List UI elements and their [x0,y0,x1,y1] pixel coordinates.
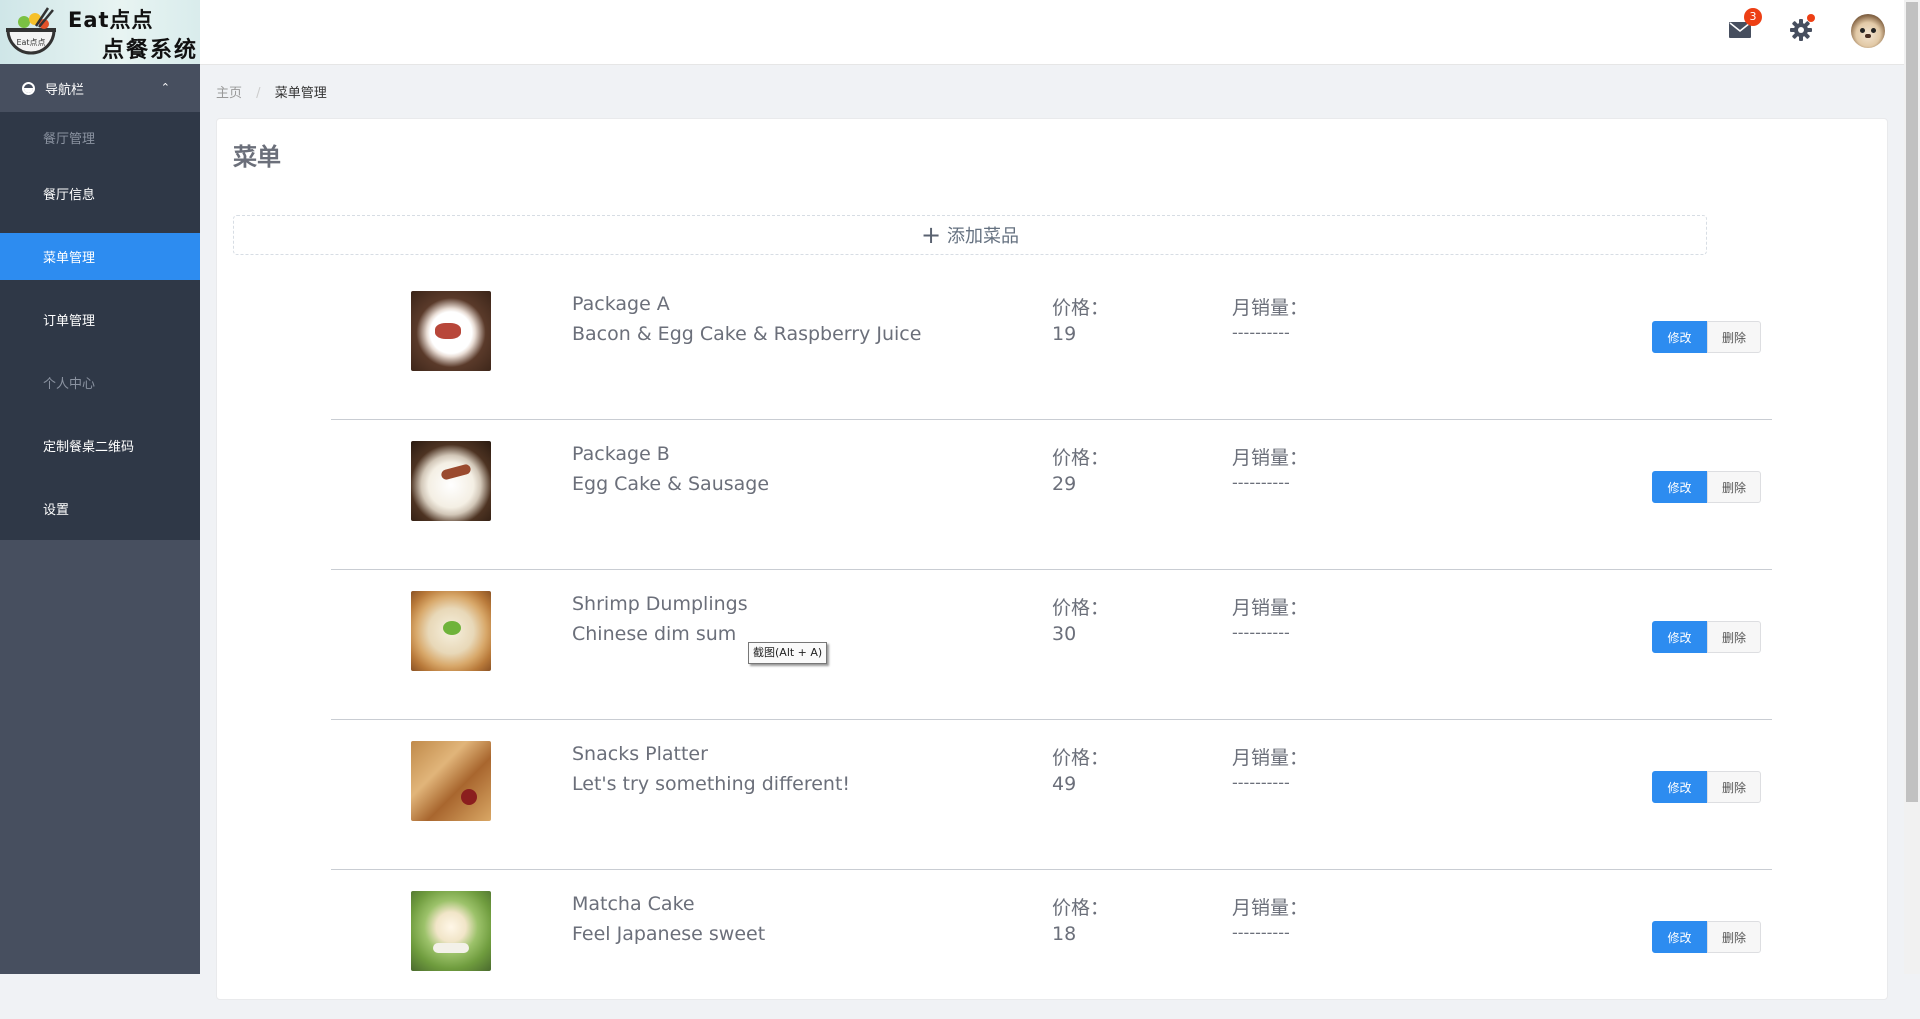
app-logo[interactable]: Eat点点 Eat点点 点餐系统 [0,0,200,64]
dish-description: Chinese dim sum [572,623,737,645]
dish-monthly-sales: ---------- [1232,323,1290,342]
dish-image [411,441,491,521]
dish-monthly-sales: ---------- [1232,923,1290,942]
plus-icon: + [920,221,942,249]
nav-header-icon [22,81,35,95]
dish-name: Snacks Platter [572,743,708,765]
sidebar-item-settings[interactable]: 设置 [0,477,200,540]
dish-description: Bacon & Egg Cake & Raspberry Juice [572,323,922,345]
edit-button[interactable]: 修改 [1652,771,1707,803]
sidebar-item-personal-center[interactable]: 个人中心 [0,351,200,414]
breadcrumb: 主页 / 菜单管理 [216,82,327,101]
dish-price: 19 [1052,323,1077,345]
dish-row: Package B Egg Cake & Sausage 价格： 29 月销量：… [331,419,1772,570]
dish-price: 18 [1052,923,1077,945]
dish-price: 49 [1052,773,1077,795]
dish-row: Snacks Platter Let's try something diffe… [331,719,1772,870]
dish-description: Egg Cake & Sausage [572,473,770,495]
sidebar-menu: 餐厅管理 餐厅信息 菜单管理 订单管理 个人中心 定制餐桌二维码 设置 [0,112,200,540]
sidebar-item-order-management[interactable]: 订单管理 [0,288,200,351]
sidebar: Eat点点 Eat点点 点餐系统 导航栏 ⌃ 餐厅管理 餐厅信息 菜单管理 订单… [0,0,200,974]
menu-card: 菜单 + 添加菜品 Package A Bacon & Egg Cake & R… [216,118,1888,1000]
dish-monthly-sales: ---------- [1232,773,1290,792]
settings-notification-dot [1807,14,1815,22]
avatar[interactable] [1851,14,1885,48]
breadcrumb-current: 菜单管理 [274,86,327,101]
top-bar: 3 [200,0,1904,65]
page-title: 菜单 [233,143,281,171]
delete-button[interactable]: 删除 [1707,621,1761,653]
delete-button[interactable]: 删除 [1707,771,1761,803]
dish-description: Let's try something different! [572,773,851,795]
logo-subtitle: 点餐系统 [102,38,199,63]
dish-image [411,591,491,671]
nav-header[interactable]: 导航栏 ⌃ [0,64,200,112]
breadcrumb-home[interactable]: 主页 [216,86,242,101]
dish-image [411,891,491,971]
dish-row: Package A Bacon & Egg Cake & Raspberry J… [331,269,1772,420]
add-dish-label: 添加菜品 [947,226,1020,247]
screenshot-tooltip: 截图(Alt + A) [748,642,828,664]
logo-title: Eat点点 [68,8,154,32]
edit-button[interactable]: 修改 [1652,921,1707,953]
sidebar-item-restaurant-management[interactable]: 餐厅管理 [0,112,200,162]
edit-button[interactable]: 修改 [1652,621,1707,653]
dish-price: 30 [1052,623,1077,645]
monthly-sales-label: 月销量： [1232,297,1309,319]
breadcrumb-separator: / [256,86,261,101]
scrollbar[interactable] [1904,0,1920,974]
monthly-sales-label: 月销量： [1232,897,1309,919]
bowl-logo-icon: Eat点点 [6,7,56,55]
dish-name: Package A [572,293,670,315]
dish-price: 29 [1052,473,1077,495]
sidebar-item-restaurant-info[interactable]: 餐厅信息 [0,162,200,225]
sidebar-item-table-qrcode[interactable]: 定制餐桌二维码 [0,414,200,477]
monthly-sales-label: 月销量： [1232,747,1309,769]
nav-header-label: 导航栏 [45,82,85,98]
edit-button[interactable]: 修改 [1652,321,1707,353]
price-label: 价格： [1052,747,1110,769]
scrollbar-thumb[interactable] [1906,2,1918,802]
sidebar-item-menu-management[interactable]: 菜单管理 [0,233,200,280]
dish-monthly-sales: ---------- [1232,623,1290,642]
dish-image [411,741,491,821]
dish-image [411,291,491,371]
dish-row: Matcha Cake Feel Japanese sweet 价格： 18 月… [331,869,1772,1019]
dish-row: Shrimp Dumplings Chinese dim sum 价格： 30 … [331,569,1772,720]
price-label: 价格： [1052,897,1110,919]
monthly-sales-label: 月销量： [1232,447,1309,469]
price-label: 价格： [1052,447,1110,469]
delete-button[interactable]: 删除 [1707,921,1761,953]
delete-button[interactable]: 删除 [1707,471,1761,503]
price-label: 价格： [1052,597,1110,619]
mail-badge: 3 [1744,8,1762,26]
dish-name: Package B [572,443,670,465]
dish-monthly-sales: ---------- [1232,473,1290,492]
monthly-sales-label: 月销量： [1232,597,1309,619]
svg-text:Eat点点: Eat点点 [16,38,45,47]
edit-button[interactable]: 修改 [1652,471,1707,503]
dish-description: Feel Japanese sweet [572,923,766,945]
add-dish-button[interactable]: + 添加菜品 [233,215,1707,255]
chevron-up-icon: ⌃ [160,81,170,94]
delete-button[interactable]: 删除 [1707,321,1761,353]
dish-name: Matcha Cake [572,893,695,915]
price-label: 价格： [1052,297,1110,319]
dish-name: Shrimp Dumplings [572,593,748,615]
